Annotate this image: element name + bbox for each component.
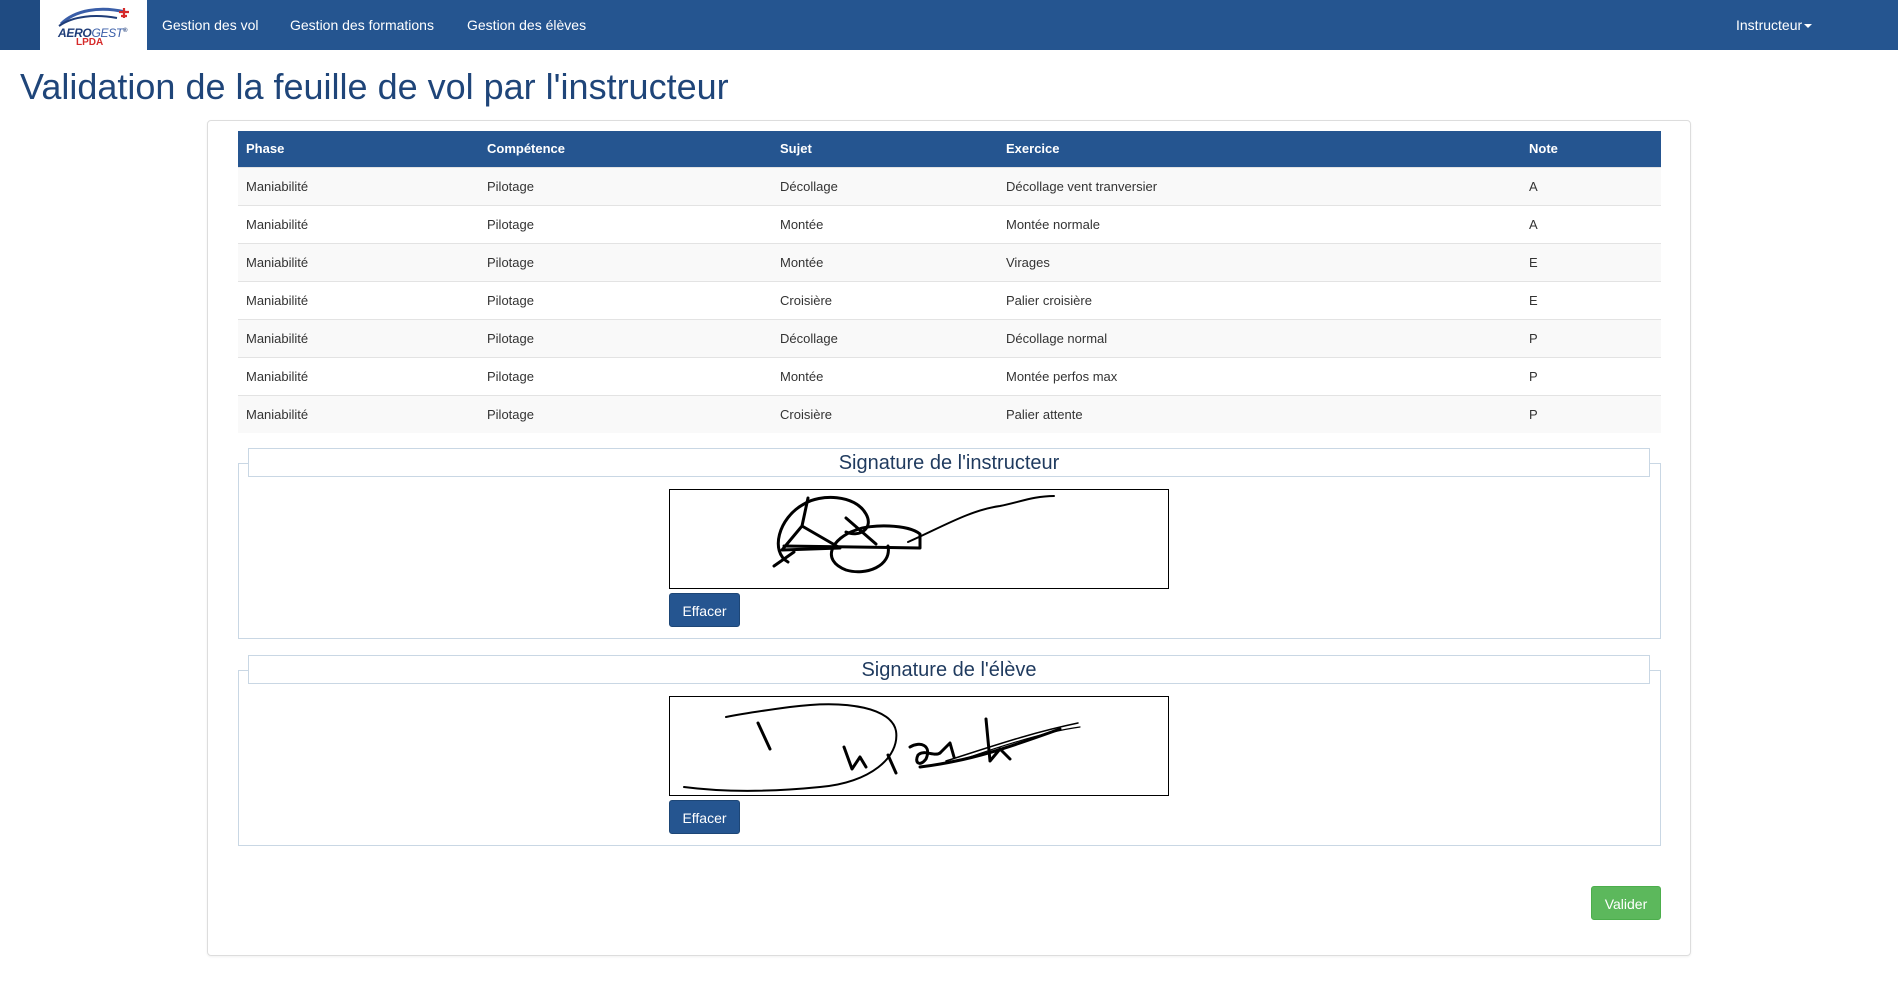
cell-note: P	[1521, 318, 1661, 357]
table-row: Maniabilité Pilotage Croisière Palier cr…	[238, 280, 1661, 319]
cell-competence: Pilotage	[479, 394, 772, 433]
cell-exercice: Décollage vent tranversier	[998, 166, 1521, 205]
cell-exercice: Palier attente	[998, 394, 1521, 433]
cell-competence: Pilotage	[479, 356, 772, 395]
caret-down-icon	[1804, 24, 1813, 29]
brand-subtitle: LPDA	[76, 37, 104, 48]
table-row: Maniabilité Pilotage Montée Montée norma…	[238, 204, 1661, 243]
instructor-signature-drawing	[772, 495, 1055, 574]
brand-logo[interactable]: AEROGEST® LPDA	[40, 0, 147, 50]
cell-sujet: Décollage	[772, 166, 998, 205]
cell-competence: Pilotage	[479, 280, 772, 319]
cell-exercice: Décollage normal	[998, 318, 1521, 357]
cell-phase: Maniabilité	[238, 394, 479, 433]
student-signature-pad[interactable]	[669, 696, 1169, 796]
user-menu-dropdown[interactable]: Instructeur	[1736, 0, 1813, 50]
cell-phase: Maniabilité	[238, 166, 479, 205]
table-row: Maniabilité Pilotage Croisière Palier at…	[238, 394, 1661, 433]
cell-sujet: Croisière	[772, 280, 998, 319]
cell-note: A	[1521, 166, 1661, 205]
cell-note: P	[1521, 356, 1661, 395]
column-header-note: Note	[1521, 131, 1661, 167]
cell-phase: Maniabilité	[238, 204, 479, 243]
instructor-signature-title: Signature de l'instructeur	[248, 448, 1650, 477]
table-row: Maniabilité Pilotage Décollage Décollage…	[238, 318, 1661, 357]
user-menu-label: Instructeur	[1736, 17, 1803, 33]
cell-phase: Maniabilité	[238, 318, 479, 357]
nav-gestion-eleves[interactable]: Gestion des élèves	[467, 0, 586, 50]
cell-sujet: Croisière	[772, 394, 998, 433]
top-navbar: AEROGEST® LPDA Gestion des vol Gestion d…	[0, 0, 1898, 50]
cell-sujet: Décollage	[772, 318, 998, 357]
instructor-clear-button[interactable]: Effacer	[669, 593, 740, 627]
cell-competence: Pilotage	[479, 166, 772, 205]
airplane-icon	[58, 7, 129, 27]
cell-sujet: Montée	[772, 356, 998, 395]
nav-gestion-formations[interactable]: Gestion des formations	[290, 0, 434, 50]
cell-phase: Maniabilité	[238, 242, 479, 281]
cell-note: E	[1521, 242, 1661, 281]
navbar-edge	[0, 0, 40, 50]
cell-sujet: Montée	[772, 204, 998, 243]
page-title: Validation de la feuille de vol par l'in…	[20, 66, 729, 107]
cell-exercice: Montée perfos max	[998, 356, 1521, 395]
cell-phase: Maniabilité	[238, 356, 479, 395]
column-header-sujet: Sujet	[772, 131, 998, 167]
nav-gestion-vol[interactable]: Gestion des vol	[162, 0, 259, 50]
cell-exercice: Montée normale	[998, 204, 1521, 243]
instructor-signature-pad[interactable]	[669, 489, 1169, 589]
table-row: Maniabilité Pilotage Montée Virages E	[238, 242, 1661, 281]
student-signature-title: Signature de l'élève	[248, 655, 1650, 684]
cell-phase: Maniabilité	[238, 280, 479, 319]
cell-exercice: Palier croisière	[998, 280, 1521, 319]
cell-note: E	[1521, 280, 1661, 319]
validate-button[interactable]: Valider	[1591, 886, 1661, 920]
table-header-row: Phase Compétence Sujet Exercice Note	[238, 131, 1661, 167]
column-header-phase: Phase	[238, 131, 479, 167]
cell-competence: Pilotage	[479, 242, 772, 281]
cell-note: P	[1521, 394, 1661, 433]
cell-note: A	[1521, 204, 1661, 243]
cell-competence: Pilotage	[479, 318, 772, 357]
exercise-table: Phase Compétence Sujet Exercice Note Man…	[238, 131, 1661, 433]
table-row: Maniabilité Pilotage Décollage Décollage…	[238, 166, 1661, 205]
student-signature-drawing	[683, 703, 1081, 792]
cell-exercice: Virages	[998, 242, 1521, 281]
cell-competence: Pilotage	[479, 204, 772, 243]
table-row: Maniabilité Pilotage Montée Montée perfo…	[238, 356, 1661, 395]
column-header-exercice: Exercice	[998, 131, 1521, 167]
column-header-competence: Compétence	[479, 131, 772, 167]
student-clear-button[interactable]: Effacer	[669, 800, 740, 834]
cell-sujet: Montée	[772, 242, 998, 281]
